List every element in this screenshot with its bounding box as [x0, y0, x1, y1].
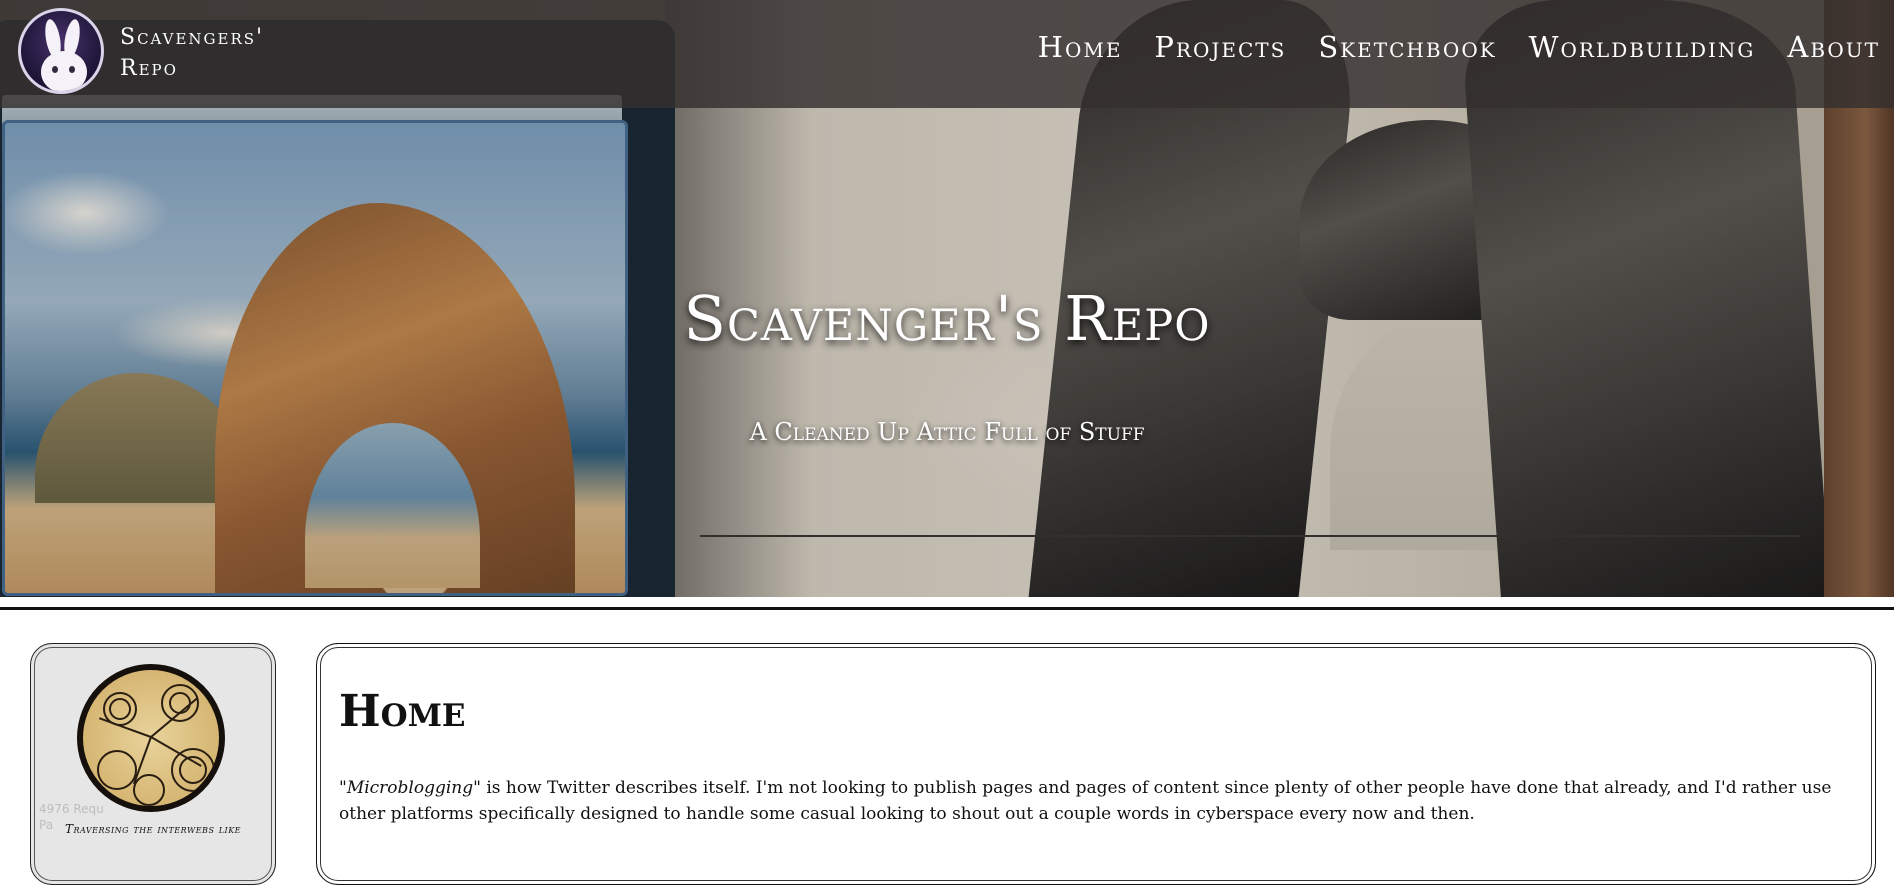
content-panel: Home "Microblogging" is how Twitter desc… — [316, 643, 1876, 885]
bunny-head — [41, 51, 87, 91]
bunny-logo-icon[interactable] — [18, 8, 104, 94]
nav-worldbuilding-link[interactable]: Worldbuilding — [1529, 30, 1756, 64]
circuit-badge-icon[interactable] — [77, 664, 225, 812]
site-brand[interactable]: Scavengers' Repo — [120, 22, 310, 84]
intro-body: is how Twitter describes itself. I'm not… — [339, 778, 1832, 824]
nav-sketchbook-link[interactable]: Sketchbook — [1318, 30, 1496, 64]
badge-ring — [97, 750, 137, 790]
counter-line-1: 4976 Requ — [39, 802, 104, 816]
badge-ring — [109, 698, 131, 720]
intro-paragraph: "Microblogging" is how Twitter describes… — [339, 775, 1849, 827]
top-navbar: Scavengers' Repo Home Projects Sketchboo… — [0, 0, 1894, 108]
bunny-eye-left — [52, 66, 58, 73]
sidebar-caption: Traversing the interwebs like — [64, 822, 242, 836]
sidebar-card: 4976 Requ Pa Traversing the interwebs li… — [30, 643, 276, 885]
intro-emphasis: "Microblogging" — [339, 778, 481, 798]
badge-ring — [133, 774, 165, 806]
hero-title: Scavenger's Repo — [683, 282, 1211, 355]
nav-home-link[interactable]: Home — [1038, 30, 1123, 64]
page-title: Home — [339, 686, 466, 737]
nav-projects-link[interactable]: Projects — [1154, 30, 1286, 64]
brand-line-1: Scavengers' — [120, 25, 265, 50]
bunny-eye-right — [69, 66, 75, 73]
nav-about-link[interactable]: About — [1787, 30, 1880, 64]
hero-subtitle: A Cleaned Up Attic Full of Stuff — [749, 418, 1145, 446]
brand-line-2: Repo — [120, 56, 178, 81]
section-divider — [0, 607, 1894, 610]
main-nav: Home Projects Sketchbook Worldbuilding A… — [1038, 30, 1880, 64]
